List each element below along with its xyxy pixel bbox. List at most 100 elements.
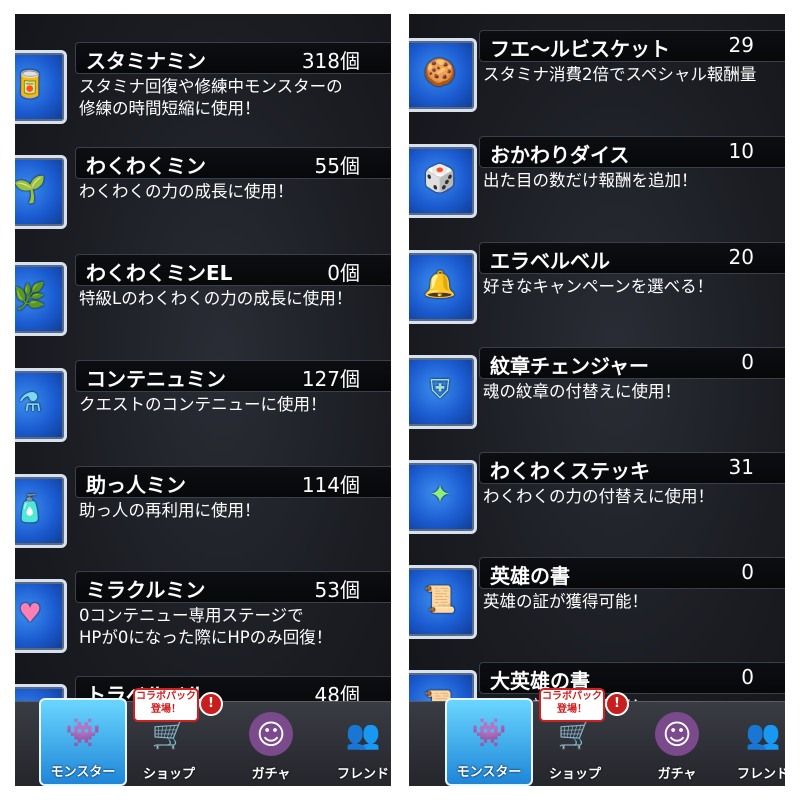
tab-gacha[interactable]: ☺ ガチャ (635, 702, 719, 786)
item-name: フエ〜ルビスケット (490, 37, 670, 61)
friends-icon: 👥 (345, 717, 381, 751)
item-name: スタミナミン (86, 49, 206, 73)
item-count: 20 (728, 245, 754, 269)
tab-label: ガチャ (657, 767, 697, 782)
biscuit-icon: 🍪 (423, 58, 457, 88)
item-count: 318個 (301, 49, 360, 73)
item-name: わくわくミン (86, 154, 206, 178)
item-icon-frame: ⚗ (15, 368, 67, 442)
item-description: スタミナ消費2倍でスペシャル報酬量 (483, 65, 757, 84)
item-list-panel-left[interactable]: 🥫 スタミナミン 318個 スタミナ回復や修練中モンスターの 修練の時間短縮に使… (15, 14, 391, 786)
item-icon-frame: ✦ (409, 460, 477, 534)
item-name-bar: 大英雄の書 0 (479, 662, 785, 694)
item-name: ミラクルミン (86, 578, 206, 602)
collab-pack-badge: コラボパック 登場！ (539, 688, 605, 722)
item-name-bar: 助っ人ミン 114個 (75, 466, 391, 498)
item-name-bar: エラベルベル 20 (479, 242, 785, 274)
item-icon-frame: 🧴 (15, 474, 67, 548)
list-item[interactable]: 🔔 エラベルベル 20 好きなキャンペーンを選べる！ (409, 242, 785, 342)
tab-gacha[interactable]: ☺ ガチャ (229, 702, 313, 786)
list-item[interactable]: ⚗ コンテニュミン 127個 クエストのコンテニューに使用！ (15, 360, 391, 460)
list-item[interactable]: ♥ ミラクルミン 53個 0コンテニュー専用ステージで HPが0になった際にHP… (15, 571, 391, 671)
item-icon-frame: 🍪 (409, 38, 477, 112)
list-item[interactable]: 🌿 わくわくミンEL 0個 特級Lのわくわくの力の成長に使用！ (15, 254, 391, 354)
item-description: 0コンテニュー専用ステージで HPが0になった際にHPのみ回復！ (79, 606, 333, 647)
tab-label: ム (409, 763, 419, 782)
alert-badge: ! (605, 692, 629, 716)
item-name: わくわくステッキ (490, 459, 650, 483)
list-item[interactable]: 🥫 スタミナミン 318個 スタミナ回復や修練中モンスターの 修練の時間短縮に使… (15, 42, 391, 142)
tab-label: ショップ (548, 767, 601, 782)
item-count: 53個 (314, 578, 360, 602)
scroll-icon: 📜 (423, 585, 457, 615)
item-count: 0 (741, 560, 754, 584)
item-name: 助っ人ミン (86, 473, 186, 497)
item-icon-frame: ⛨ (409, 355, 477, 429)
wand-icon: ✦ (429, 480, 451, 510)
tab-label: ショップ (142, 767, 195, 782)
bottom-nav: 👾 モンスター 🛒 ショップ コラボパック 登場！ ! ☺ ガチャ 👥 フレンド (15, 688, 391, 786)
list-item[interactable]: 🎲 おかわりダイス 10 出た目の数だけ報酬を追加！ (409, 136, 785, 236)
list-item[interactable]: ✦ わくわくステッキ 31 わくわくの力の付替えに使用！ (409, 452, 785, 552)
item-name-bar: ミラクルミン 53個 (75, 571, 391, 603)
item-count: 0 (741, 350, 754, 374)
gacha-character-icon: ☺ (655, 712, 699, 756)
list-item[interactable]: 🧴 助っ人ミン 114個 助っ人の再利用に使用！ (15, 466, 391, 566)
tab-label: ガチャ (251, 767, 291, 782)
tab-friend[interactable]: 👥 フレンド (321, 702, 391, 786)
tab-label: モンスター (456, 765, 522, 780)
list-item[interactable]: ⛨ 紋章チェンジャー 0 魂の紋章の付替えに使用！ (409, 347, 785, 447)
item-description: 助っ人の再利用に使用！ (79, 501, 261, 520)
item-name-bar: わくわくステッキ 31 (479, 452, 785, 484)
stamina-can-icon: 🥫 (15, 70, 47, 100)
item-name: エラベルベル (490, 249, 610, 273)
sprout-bottle-el-icon: 🌿 (15, 282, 47, 312)
monster-icon: 👾 (471, 715, 507, 749)
item-count: 10 (728, 139, 754, 163)
item-count: 0 (741, 665, 754, 689)
continue-bottle-icon: ⚗ (18, 388, 42, 418)
item-list[interactable]: 🥫 スタミナミン 318個 スタミナ回復や修練中モンスターの 修練の時間短縮に使… (15, 14, 391, 714)
tab-partial[interactable]: ム (409, 702, 419, 786)
item-count: 127個 (301, 367, 360, 391)
item-name-bar: 英雄の書 0 (479, 557, 785, 589)
item-name: おかわりダイス (490, 143, 630, 167)
collab-pack-badge: コラボパック 登場！ (133, 688, 199, 722)
list-item[interactable]: 🍪 フエ〜ルビスケット 29 スタミナ消費2倍でスペシャル報酬量 (409, 30, 785, 130)
item-icon-frame: 🌱 (15, 155, 67, 229)
item-count: 0個 (327, 261, 360, 285)
item-name-bar: フエ〜ルビスケット 29 (479, 30, 785, 62)
item-description: 英雄の証が獲得可能！ (483, 592, 648, 611)
sprout-bottle-icon: 🌱 (15, 175, 47, 205)
tab-monster[interactable]: 👾 モンスター (39, 698, 127, 786)
helper-bottle-icon: 🧴 (15, 494, 47, 524)
monster-icon: 👾 (65, 715, 101, 749)
item-name-bar: わくわくミンEL 0個 (75, 254, 391, 286)
item-name-bar: スタミナミン 318個 (75, 42, 391, 74)
item-name: 英雄の書 (490, 564, 570, 588)
item-description: わくわくの力の付替えに使用！ (483, 487, 714, 506)
item-name-bar: おかわりダイス 10 (479, 136, 785, 168)
tab-monster[interactable]: 👾 モンスター (445, 698, 533, 786)
bell-icon: 🔔 (423, 270, 457, 300)
emblem-changer-icon: ⛨ (430, 374, 450, 405)
item-list-panel-right[interactable]: 🍪 フエ〜ルビスケット 29 スタミナ消費2倍でスペシャル報酬量 🎲 おかわりダ… (409, 14, 785, 786)
friends-icon: 👥 (745, 717, 781, 751)
list-item[interactable]: 🌱 わくわくミン 55個 わくわくの力の成長に使用！ (15, 147, 391, 247)
item-description: 特級Lのわくわくの力の成長に使用！ (79, 289, 353, 308)
item-icon-frame: 🌿 (15, 262, 67, 336)
item-name: わくわくミンEL (86, 261, 233, 285)
item-list[interactable]: 🍪 フエ〜ルビスケット 29 スタミナ消費2倍でスペシャル報酬量 🎲 おかわりダ… (409, 14, 785, 714)
item-name: コンテニュミン (86, 367, 226, 391)
item-icon-frame: 🥫 (15, 50, 67, 124)
item-description: 出た目の数だけ報酬を追加！ (483, 171, 698, 190)
bottom-nav: ム 👾 モンスター 🛒 ショップ コラボパック 登場！ ! ☺ ガチャ 👥 フレ… (409, 688, 785, 786)
alert-badge: ! (199, 692, 223, 716)
item-count: 29 (728, 33, 754, 57)
list-item[interactable]: 📜 英雄の書 0 英雄の証が獲得可能！ (409, 557, 785, 657)
item-name: 紋章チェンジャー (490, 354, 649, 378)
item-count: 31 (728, 455, 754, 479)
item-description: 魂の紋章の付替えに使用！ (483, 382, 681, 401)
tab-friend[interactable]: 👥 フレンド (721, 702, 785, 786)
item-description: 好きなキャンペーンを選べる！ (483, 277, 714, 296)
